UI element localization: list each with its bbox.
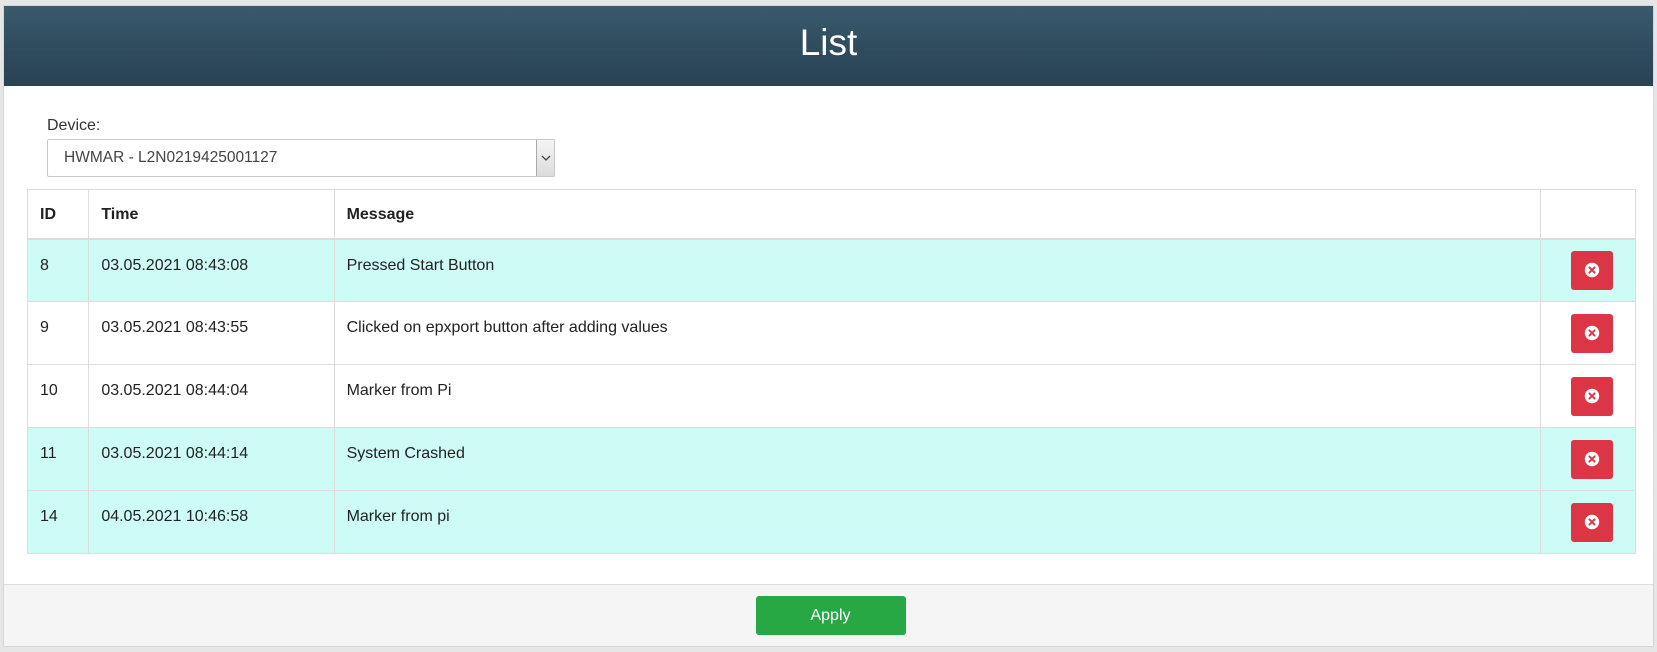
cell-id: 14 (26, 490, 90, 554)
close-circle-icon (1584, 325, 1600, 341)
cell-id: 8 (26, 238, 90, 302)
cell-message: System Crashed (333, 427, 1541, 491)
cell-action (1539, 364, 1637, 428)
column-header-message: Message (333, 189, 1541, 240)
cell-time: 04.05.2021 10:46:58 (88, 490, 335, 554)
title-bar: List (4, 6, 1653, 86)
close-circle-icon (1584, 263, 1600, 278)
chevron-down-icon[interactable] (536, 140, 554, 176)
cell-message: Marker from Pi (333, 364, 1541, 428)
cell-time: 03.05.2021 08:43:55 (88, 301, 335, 365)
table-row: 10 03.05.2021 08:44:04 Marker from Pi (26, 364, 1637, 428)
page-title: List (799, 22, 858, 63)
close-circle-icon (1584, 451, 1600, 467)
column-header-action (1539, 189, 1637, 240)
cell-action (1539, 427, 1637, 491)
cell-message: Marker from pi (333, 490, 1541, 554)
cell-time: 03.05.2021 08:44:04 (88, 364, 335, 428)
cell-time: 03.05.2021 08:43:08 (88, 238, 335, 302)
cell-message: Pressed Start Button (333, 238, 1541, 302)
cell-action (1539, 301, 1637, 365)
delete-row-button[interactable] (1570, 439, 1613, 479)
cell-action (1539, 238, 1637, 302)
cell-time: 03.05.2021 08:44:14 (88, 427, 335, 491)
cell-message: Clicked on epxport button after adding v… (333, 301, 1541, 365)
table-row: 8 03.05.2021 08:43:08 Pressed Start Button (26, 238, 1637, 302)
cell-id: 11 (26, 427, 90, 491)
table-row: 14 04.05.2021 10:46:58 Marker from pi (26, 490, 1637, 554)
delete-row-button[interactable] (1570, 376, 1613, 416)
cell-id: 9 (26, 301, 90, 365)
marker-table: ID Time Message 8 03.05.2021 08:43:08 Pres… (26, 189, 1637, 554)
table-row: 11 03.05.2021 08:44:14 System Crashed (26, 427, 1637, 491)
table-header-row: ID Time Message (26, 189, 1637, 240)
column-header-id: ID (26, 189, 90, 240)
column-header-time: Time (88, 189, 335, 240)
delete-row-button[interactable] (1570, 250, 1613, 290)
device-select-value: HWMAR - L2N0219425001127 (64, 149, 278, 166)
delete-row-button[interactable] (1570, 313, 1613, 353)
device-selector-group: Device: HWMAR - L2N0219425001127 (47, 117, 555, 177)
apply-button[interactable]: Apply (755, 596, 906, 635)
footer: Apply (4, 584, 1653, 646)
cell-id: 10 (26, 364, 90, 428)
table-row: 9 03.05.2021 08:43:55 Clicked on epxport b… (26, 301, 1637, 365)
device-label: Device: (47, 117, 101, 134)
list-window: List Device: HWMAR - L2N0219425001127 ID… (3, 5, 1654, 647)
close-circle-icon (1584, 388, 1600, 404)
cell-action (1539, 490, 1637, 554)
device-select[interactable]: HWMAR - L2N0219425001127 (47, 139, 555, 177)
delete-row-button[interactable] (1570, 502, 1613, 542)
close-circle-icon (1584, 514, 1600, 530)
